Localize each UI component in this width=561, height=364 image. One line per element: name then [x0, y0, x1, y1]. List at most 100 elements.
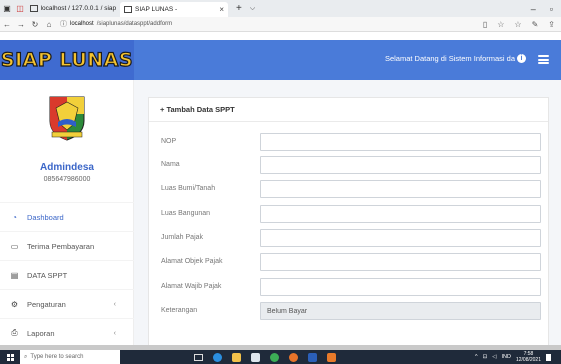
tab-siap-lunas[interactable]: SIAP LUNAS - × — [120, 2, 228, 17]
database-icon: ▤ — [10, 270, 19, 280]
sidebar-item-laporan[interactable]: ⎙ Laporan ‹ — [0, 318, 134, 347]
sidebar-item-label: DATA SPPT — [27, 270, 68, 280]
user-phone: 085647986000 — [43, 176, 91, 183]
form-row-nama: Nama — [149, 156, 550, 176]
user-name: Admindesa — [40, 162, 94, 173]
maximize-icon[interactable]: ▫ — [550, 4, 553, 14]
edge-icon[interactable] — [213, 352, 222, 362]
sidebar-item-terima-pembayaran[interactable]: ▭ Terima Pembayaran — [0, 231, 134, 260]
welcome-text: Selamat Datang di Sistem Informasi da i — [385, 54, 526, 63]
nop-input[interactable] — [260, 133, 541, 151]
sidebar: Admindesa 085647986000 ◔ Dashboard ▭ Ter… — [0, 80, 134, 345]
notification-icon[interactable] — [546, 353, 551, 361]
print-icon: ⎙ — [11, 328, 18, 337]
main-content: + Tambah Data SPPT NOP Nama Luas Bumi/Ta… — [134, 80, 561, 357]
sidebar-item-label: Laporan — [27, 328, 55, 338]
browser-toolbar-right: ▯ ☆ ☆ ✎ ⇪ — [483, 17, 555, 32]
luas-bumi-input[interactable] — [260, 180, 541, 198]
refresh-icon[interactable]: ↻ — [28, 20, 42, 29]
search-icon: ⌕ — [24, 353, 28, 360]
info-icon: ⓘ — [60, 21, 67, 28]
clock-date: 12/08/2021 — [515, 357, 541, 363]
xampp-icon[interactable] — [289, 352, 298, 362]
form-card: + Tambah Data SPPT NOP Nama Luas Bumi/Ta… — [148, 97, 549, 357]
minimize-icon[interactable]: – — [531, 4, 536, 14]
task-view-icon[interactable] — [194, 353, 203, 361]
jumlah-pajak-input[interactable] — [260, 229, 541, 247]
form-row-alamat-wajib: Alamat Wajib Pajak — [149, 278, 550, 298]
page-icon — [30, 5, 38, 12]
reading-view-icon[interactable]: ▯ — [483, 20, 487, 29]
sidebar-menu: ◔ Dashboard ▭ Terima Pembayaran ▤ DATA S… — [0, 202, 134, 347]
close-tab-icon[interactable]: × — [219, 5, 224, 14]
tab-label: localhost / 127.0.0.1 / siap_l — [40, 5, 116, 12]
chrome-icon[interactable] — [270, 352, 279, 362]
alamat-wajib-input[interactable] — [260, 278, 541, 296]
app-logo-text[interactable]: SIAP LUNAS — [0, 48, 133, 71]
sidebar-item-label: Dashboard — [27, 212, 64, 222]
word-icon[interactable] — [308, 352, 317, 362]
url-path: /siaplunas/datasppt/addform — [96, 21, 173, 27]
window-controls: – ▫ — [531, 0, 561, 17]
favorites-icon[interactable]: ☆ — [514, 20, 521, 29]
tab-actions-icon[interactable]: ◫ — [14, 4, 26, 13]
chevron-up-icon[interactable]: ^ — [475, 354, 478, 360]
village-emblem-logo — [49, 96, 85, 141]
form-row-nop: NOP — [149, 133, 550, 153]
share-icon[interactable]: ⇪ — [548, 20, 555, 29]
menu-toggle-icon[interactable] — [538, 55, 549, 64]
form-row-jumlah-pajak: Jumlah Pajak — [149, 229, 550, 249]
browser-tab-bar: ▣ ◫ localhost / 127.0.0.1 / siap_l SIAP … — [0, 0, 561, 17]
nama-input[interactable] — [260, 156, 541, 174]
chevron-left-icon: ‹ — [113, 300, 116, 308]
system-tray: ^ ⊡ ◁ IND 7:58 12/08/2021 — [475, 350, 551, 364]
browser-menu-icon[interactable]: ▣ — [0, 4, 14, 13]
url-field[interactable]: ⓘ localhost/siaplunas/datasppt/addform — [60, 19, 445, 30]
back-icon[interactable]: ← — [0, 20, 14, 29]
sidebar-item-pengaturan[interactable]: ⚙ Pengaturan ‹ — [0, 289, 134, 318]
dashboard-icon: ◔ — [12, 212, 17, 222]
keterangan-input[interactable] — [260, 302, 541, 320]
form-row-luas-bumi: Luas Bumi/Tanah — [149, 180, 550, 200]
favorite-star-icon[interactable]: ☆ — [497, 20, 504, 29]
url-host: localhost — [70, 21, 94, 27]
field-label: Alamat Objek Pajak — [161, 258, 223, 265]
mail-icon[interactable] — [251, 352, 260, 362]
payment-icon: ▭ — [10, 241, 19, 251]
form-row-alamat-objek: Alamat Objek Pajak — [149, 253, 550, 273]
app-icon[interactable] — [327, 352, 336, 362]
page-icon — [124, 6, 132, 13]
volume-icon[interactable]: ◁ — [492, 354, 496, 360]
home-icon[interactable]: ⌂ — [42, 20, 56, 29]
field-label: Jumlah Pajak — [161, 234, 204, 241]
sidebar-item-dashboard[interactable]: ◔ Dashboard — [0, 202, 134, 231]
field-label: NOP — [161, 138, 177, 145]
field-label: Alamat Wajib Pajak — [161, 283, 222, 290]
network-icon[interactable]: ⊡ — [483, 354, 488, 360]
form-row-keterangan: Keterangan — [149, 302, 550, 322]
file-explorer-icon[interactable] — [232, 352, 241, 362]
search-placeholder: Type here to search — [30, 354, 84, 360]
sidebar-item-data-sppt[interactable]: ▤ DATA SPPT — [0, 260, 134, 289]
luas-bangunan-input[interactable] — [260, 205, 541, 223]
start-button[interactable] — [0, 350, 20, 364]
new-tab-button[interactable]: + — [236, 3, 242, 14]
language-indicator[interactable]: IND — [501, 354, 510, 360]
forward-icon[interactable]: → — [14, 20, 28, 29]
taskbar-search[interactable]: ⌕ Type here to search — [20, 350, 120, 364]
tab-phpmyadmin[interactable]: localhost / 127.0.0.1 / siap_l — [26, 2, 120, 15]
chevron-left-icon: ‹ — [113, 329, 116, 337]
field-label: Keterangan — [161, 307, 198, 314]
field-label: Luas Bumi/Tanah — [161, 185, 216, 192]
tab-list-button[interactable]: ⌵ — [250, 5, 255, 13]
form-row-luas-bangunan: Luas Bangunan — [149, 205, 550, 225]
alamat-objek-input[interactable] — [260, 253, 541, 271]
app-brand-bar: SIAP LUNAS — [0, 40, 134, 80]
pen-icon[interactable]: ✎ — [532, 20, 539, 29]
form-title: + Tambah Data SPPT — [149, 98, 548, 122]
sidebar-item-label: Pengaturan — [27, 299, 66, 309]
field-label: Nama — [161, 161, 180, 168]
tab-label: SIAP LUNAS - — [135, 6, 178, 13]
clock[interactable]: 7:58 12/08/2021 — [516, 351, 541, 363]
info-icon[interactable]: i — [517, 54, 526, 63]
